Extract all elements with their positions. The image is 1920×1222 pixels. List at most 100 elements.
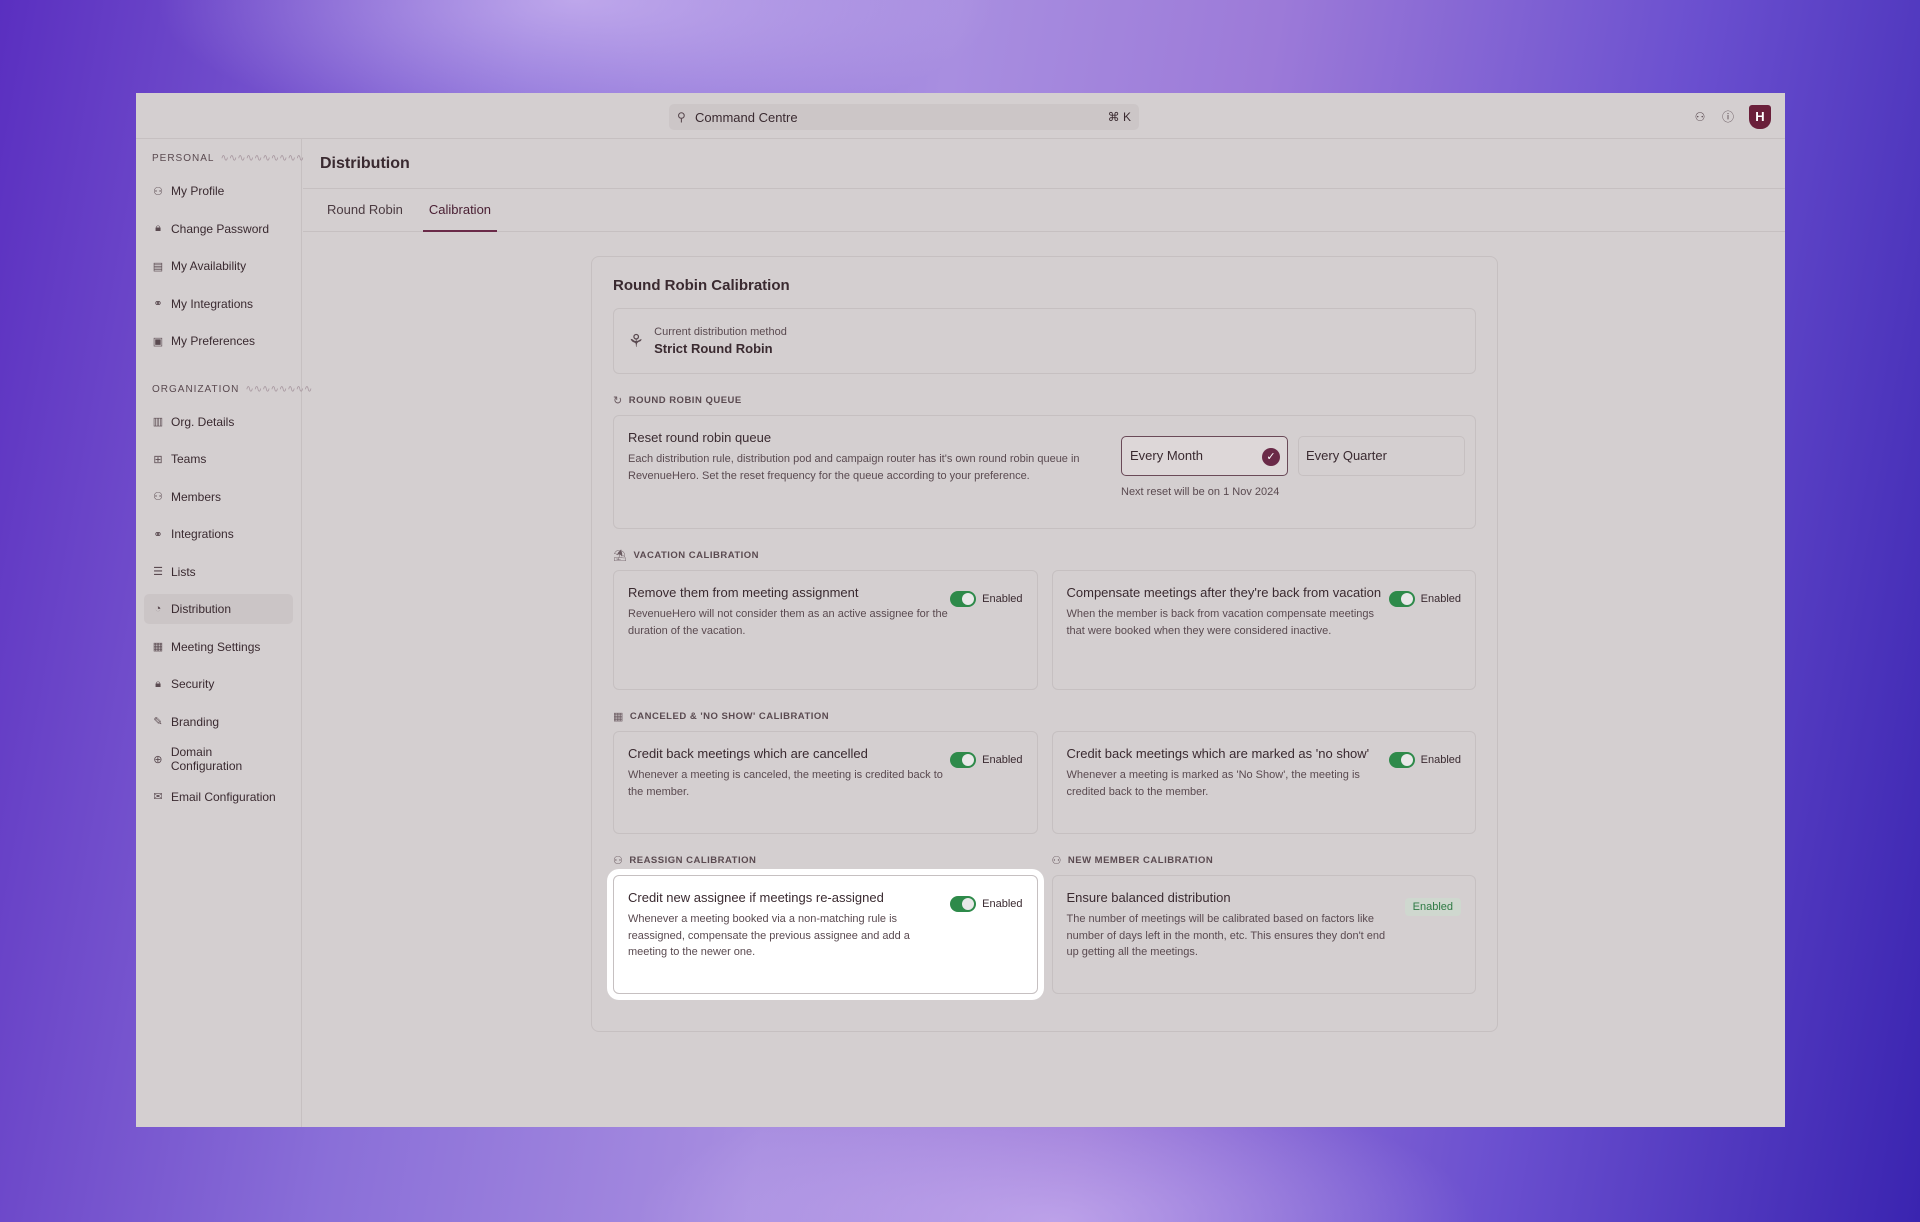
- next-reset-text: Next reset will be on 1 Nov 2024: [1121, 486, 1280, 498]
- building-icon: ▥: [152, 416, 164, 428]
- section-title-personal: PERSONAL ∿∿∿∿∿∿∿∿∿∿: [152, 153, 305, 164]
- distribution-method-icon: ⚘: [628, 330, 645, 351]
- sidebar-item-change-password[interactable]: 🔒︎ Change Password: [144, 214, 293, 244]
- sidebar-item-branding[interactable]: ✎ Branding: [144, 707, 293, 737]
- members-icon: ⚇: [153, 491, 163, 503]
- user-icon: ⚇: [153, 185, 163, 198]
- reassign-title: Credit new assignee if meetings re-assig…: [628, 890, 884, 905]
- sidebar-item-org-details[interactable]: ▥ Org. Details: [144, 407, 293, 437]
- cancelled-desc: Whenever a meeting is canceled, the meet…: [628, 769, 943, 798]
- shortcut-hint: ⌘ K: [1107, 110, 1131, 124]
- tab-calibration[interactable]: Calibration: [422, 189, 498, 232]
- tab-round-robin[interactable]: Round Robin: [321, 189, 409, 231]
- sidebar-item-teams[interactable]: ⊞ Teams: [144, 444, 293, 474]
- top-icons: ⚇ ⓘ H: [1693, 105, 1771, 129]
- help-icon[interactable]: ⓘ: [1721, 110, 1735, 124]
- sidebar-item-members[interactable]: ⚇ Members: [144, 482, 293, 512]
- sidebar-item-integrations[interactable]: ⚭ Integrations: [144, 519, 293, 549]
- queue-desc: Each distribution rule, distribution pod…: [628, 453, 1080, 482]
- vacation-remove-box: Remove them from meeting assignment Reve…: [613, 570, 1038, 690]
- globe-icon: ⊕: [153, 753, 163, 766]
- vacation-remove-title: Remove them from meeting assignment: [628, 585, 859, 600]
- command-centre-search[interactable]: ⚲ Command Centre ⌘ K: [669, 104, 1139, 130]
- command-centre-label: Command Centre: [695, 109, 798, 125]
- vacation-compensate-desc: When the member is back from vacation co…: [1066, 608, 1375, 637]
- group-title-vacation: ⛱ VACATION CALIBRATION: [613, 549, 760, 562]
- meeting-icon: ▦: [152, 641, 164, 653]
- vacation-icon: ⛱: [613, 549, 628, 562]
- cancelled-title: Credit back meetings which are cancelled: [628, 746, 868, 761]
- new-member-title: Ensure balanced distribution: [1066, 890, 1231, 905]
- sidebar-item-distribution[interactable]: ◔ Distribution: [144, 594, 293, 624]
- new-member-icon: ⚇: [1051, 854, 1062, 867]
- group-title-reassign: ⚇ REASSIGN CALIBRATION: [613, 854, 757, 867]
- card-title: Round Robin Calibration: [613, 277, 790, 294]
- vacation-remove-desc: RevenueHero will not consider them as an…: [628, 608, 948, 637]
- no-show-desc: Whenever a meeting is marked as 'No Show…: [1066, 769, 1360, 798]
- sidebar: PERSONAL ∿∿∿∿∿∿∿∿∿∿ ⚇ My Profile 🔒︎ Change …: [136, 139, 313, 1127]
- vacation-compensate-title: Compensate meetings after they're back f…: [1066, 585, 1382, 600]
- vacation-compensate-box: Compensate meetings after they're back f…: [1051, 570, 1476, 690]
- sidebar-item-my-profile[interactable]: ⚇ My Profile: [144, 176, 293, 206]
- wave-decoration: ∿∿∿∿∿∿∿∿∿∿: [220, 153, 305, 164]
- sidebar-item-domain-configuration[interactable]: ⊕ Domain Configuration: [144, 744, 293, 774]
- cancelled-box: Credit back meetings which are cancelled…: [613, 731, 1038, 834]
- no-show-box: Credit back meetings which are marked as…: [1051, 731, 1476, 834]
- method-value: Strict Round Robin: [654, 341, 773, 356]
- vacation-row: Remove them from meeting assignment Reve…: [613, 570, 1476, 690]
- option-every-quarter[interactable]: Every Quarter: [1298, 436, 1465, 476]
- tab-bar: Round Robin Calibration: [303, 189, 1785, 232]
- main-content: Distribution Round Robin Calibration Rou…: [303, 139, 1785, 1127]
- page-title: Distribution: [303, 139, 1785, 189]
- reassign-toggle[interactable]: Enabled: [950, 896, 1023, 912]
- distribution-method: ⚘ Current distribution method Strict Rou…: [613, 308, 1476, 374]
- section-title-organization: ORGANIZATION ∿∿∿∿∿∿∿∿: [152, 383, 313, 395]
- group-title-canceled: ▦ CANCELED & 'NO SHOW' CALIBRATION: [613, 710, 830, 723]
- teams-icon: ⊞: [153, 453, 163, 466]
- plug-icon: ⚭: [153, 528, 163, 541]
- sidebar-item-my-preferences[interactable]: ▣ My Preferences: [144, 326, 293, 356]
- brush-icon: ✎: [153, 716, 163, 728]
- toggle-switch[interactable]: [950, 896, 977, 912]
- reassign-desc: Whenever a meeting booked via a non-matc…: [628, 913, 910, 958]
- cancelled-toggle[interactable]: Enabled: [950, 752, 1023, 768]
- toggle-switch[interactable]: [1388, 752, 1415, 768]
- vacation-compensate-toggle[interactable]: Enabled: [1388, 591, 1461, 607]
- sidebar-item-email-configuration[interactable]: ✉ Email Configuration: [144, 782, 293, 812]
- sidebar-item-security[interactable]: 🔒︎ Security: [144, 669, 293, 699]
- option-every-month[interactable]: Every Month ✓: [1121, 436, 1288, 476]
- group-title-queue: ↻ ROUND ROBIN QUEUE: [613, 394, 742, 407]
- lock-icon: 🔒︎: [155, 222, 161, 234]
- user-icon[interactable]: ⚇: [1693, 110, 1707, 124]
- calendar-icon: ▤: [152, 260, 164, 273]
- search-icon: ⚲: [677, 110, 686, 124]
- vacation-remove-toggle[interactable]: Enabled: [950, 591, 1023, 607]
- no-show-toggle[interactable]: Enabled: [1388, 752, 1461, 768]
- app-window: ⚲ Command Centre ⌘ K ⚇ ⓘ H PERSONAL ∿∿∿∿∿…: [136, 93, 1785, 1127]
- top-bar: ⚲ Command Centre ⌘ K ⚇ ⓘ H: [136, 93, 1785, 139]
- reassign-icon: ⚇: [613, 854, 624, 867]
- toggle-switch[interactable]: [1388, 591, 1415, 607]
- plug-icon: ⚭: [153, 298, 163, 310]
- status-badge: Enabled: [1404, 898, 1461, 916]
- sidebar-item-my-availability[interactable]: ▤ My Availability: [144, 251, 293, 281]
- canceled-row: Credit back meetings which are cancelled…: [613, 731, 1476, 834]
- new-member-desc: The number of meetings will be calibrate…: [1066, 913, 1386, 958]
- no-show-title: Credit back meetings which are marked as…: [1066, 746, 1370, 761]
- sidebar-item-meeting-settings[interactable]: ▦ Meeting Settings: [144, 632, 293, 662]
- queue-box: Reset round robin queue Each distributio…: [613, 415, 1476, 529]
- sidebar-item-my-integrations[interactable]: ⚭ My Integrations: [144, 289, 293, 319]
- list-icon: ☰: [153, 566, 163, 578]
- preferences-icon: ▣: [152, 335, 164, 348]
- toggle-switch[interactable]: [950, 591, 977, 607]
- calibration-card: Round Robin Calibration ⚘ Current distri…: [591, 256, 1498, 1032]
- check-icon: ✓: [1262, 448, 1280, 466]
- method-label: Current distribution method: [654, 326, 787, 338]
- reassign-box: Credit new assignee if meetings re-assig…: [613, 875, 1038, 994]
- brand-logo[interactable]: H: [1749, 105, 1771, 129]
- sidebar-item-lists[interactable]: ☰ Lists: [144, 557, 293, 587]
- refresh-icon: ↻: [613, 394, 623, 407]
- toggle-switch[interactable]: [950, 752, 977, 768]
- reassign-newmember-row: ⚇ REASSIGN CALIBRATION Credit new assigne…: [613, 854, 1476, 994]
- new-member-box: Ensure balanced distribution The number …: [1051, 875, 1476, 994]
